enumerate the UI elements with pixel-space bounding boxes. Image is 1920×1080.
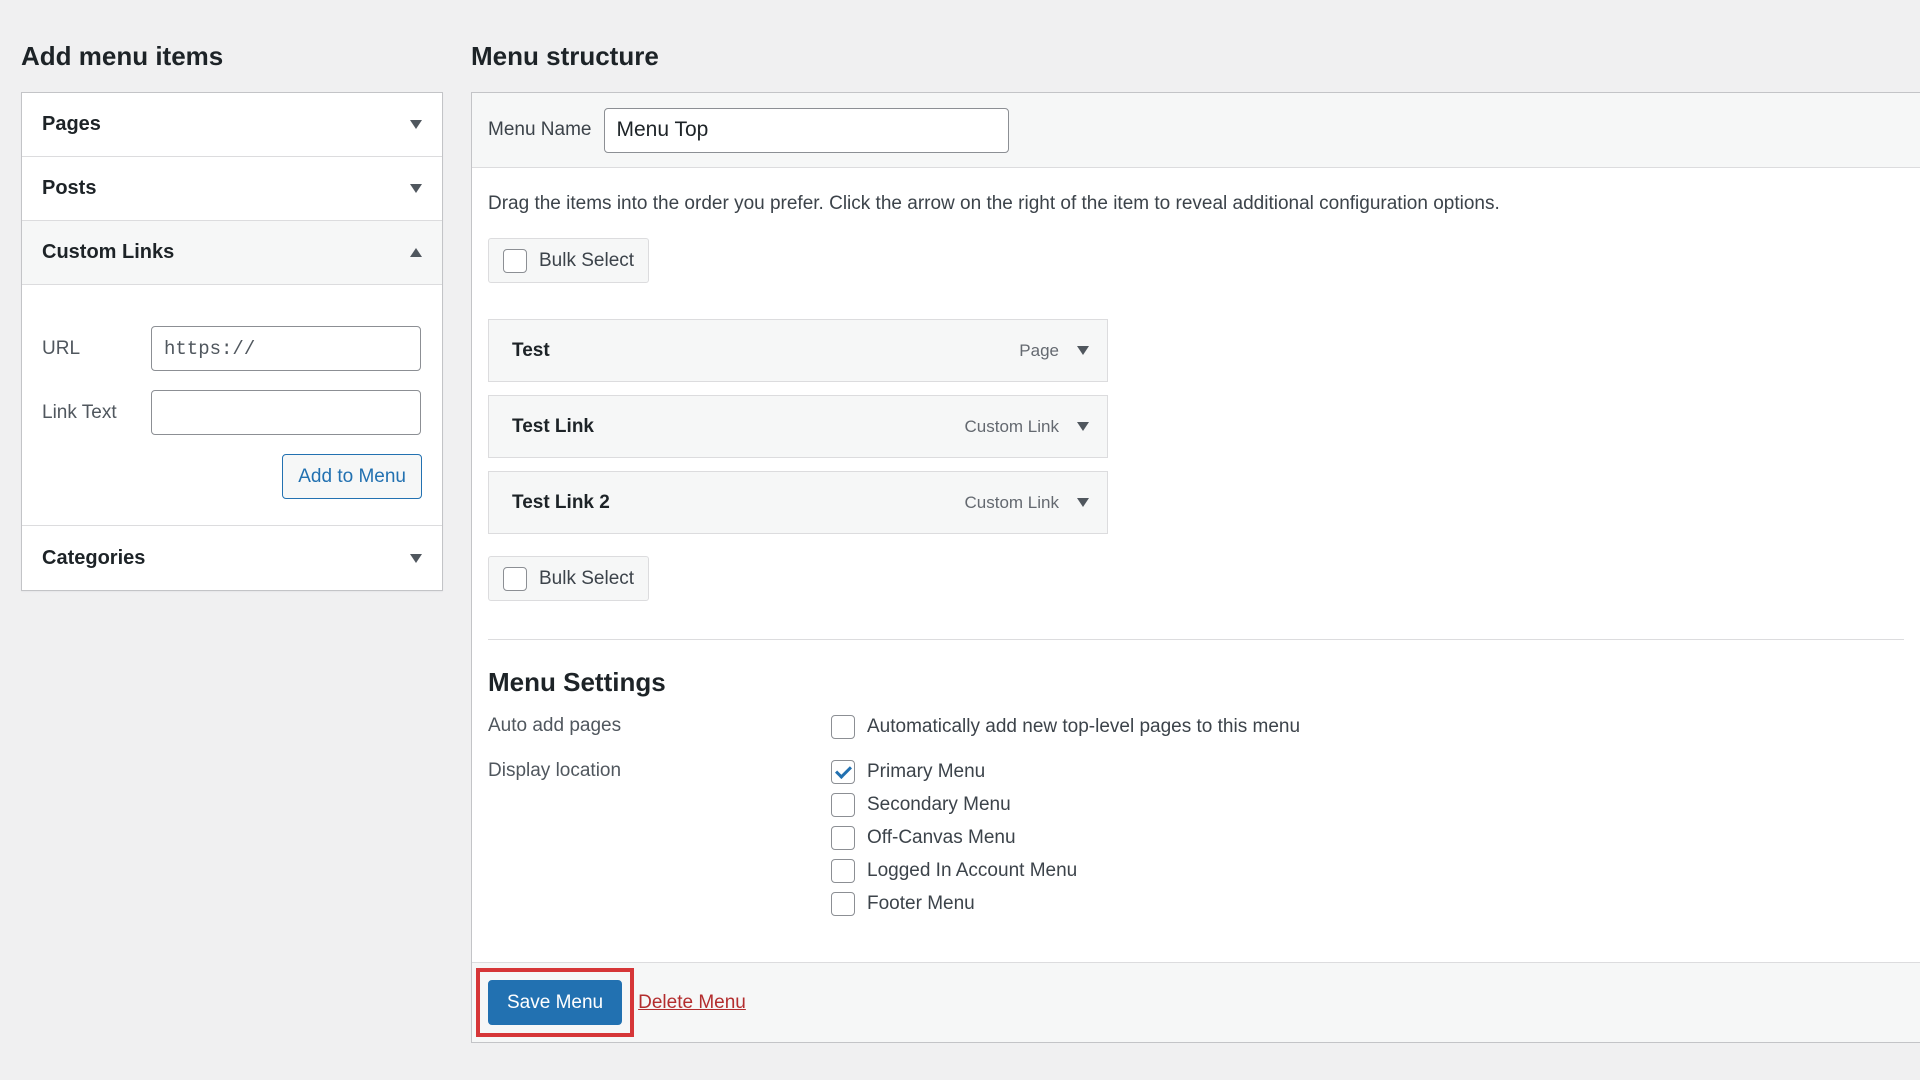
location-checkbox[interactable] [831,859,855,883]
save-menu-button[interactable]: Save Menu [488,980,623,1025]
location-secondary-menu[interactable]: Secondary Menu [831,793,1077,817]
menu-name-bar: Menu Name Menu Top [472,93,1920,168]
display-location-label: Display location [488,760,622,781]
display-location-options: Primary Menu Secondary Menu Off-Canvas M… [831,760,1077,925]
menu-item-type: Custom Link [964,416,1059,436]
accordion-posts-label: Posts [42,177,97,199]
chevron-down-icon[interactable] [410,553,422,563]
menu-editor-panel: Menu Name Menu Top Drag the items into t… [471,92,1920,1043]
accordion-custom-links-label: Custom Links [42,241,175,263]
menu-item-type: Page [1019,340,1059,360]
url-input[interactable]: https:// [151,326,421,371]
location-checkbox[interactable] [831,826,855,850]
menu-item-controls: Custom Link [965,417,1089,437]
bulk-select-top[interactable]: Bulk Select [488,238,650,283]
accordion-pages[interactable]: Pages [22,93,442,157]
menu-item-controls: Page [1019,341,1089,361]
menu-item[interactable]: Test Link 2 Custom Link [488,471,1108,534]
save-highlight-box: Save Menu [476,968,635,1037]
accordion-pages-label: Pages [42,113,101,135]
bulk-select-bottom[interactable]: Bulk Select [488,556,650,601]
link-text-label: Link Text [42,401,117,423]
location-label: Footer Menu [867,893,975,914]
add-to-menu-button[interactable]: Add to Menu [282,454,422,499]
add-menu-items-title: Add menu items [21,41,224,71]
url-label: URL [42,337,81,359]
bulk-select-label: Bulk Select [539,249,635,271]
link-text-row: Link Text [42,390,422,435]
bulk-select-checkbox[interactable] [503,248,527,273]
location-footer-menu[interactable]: Footer Menu [831,892,1077,916]
auto-add-option-label: Automatically add new top-level pages to… [867,716,1301,737]
location-checkbox[interactable] [831,760,855,784]
accordion-categories-label: Categories [42,546,146,569]
bulk-select-top-wrap: Bulk Select [488,238,1904,283]
menu-settings-title: Menu Settings [488,667,666,697]
location-checkbox[interactable] [831,892,855,916]
accordion-posts[interactable]: Posts [22,157,442,221]
location-off-canvas-menu[interactable]: Off-Canvas Menu [831,826,1077,850]
chevron-down-icon[interactable] [1077,346,1089,355]
menu-structure-column: Menu structure Menu Name Menu Top Drag t… [471,36,1920,1043]
location-label: Primary Menu [867,761,986,782]
auto-add-option[interactable]: Automatically add new top-level pages to… [831,715,1300,739]
menu-name-label: Menu Name [488,119,592,140]
add-items-accordion: Pages Posts Custom Links URL https:// Li… [21,92,443,591]
auto-add-options: Automatically add new top-level pages to… [831,715,1300,748]
menu-structure-title: Menu structure [471,41,659,71]
menu-item-title: Test Link 2 [512,491,610,513]
menu-item[interactable]: Test Page [488,319,1108,382]
bulk-select-label: Bulk Select [539,567,635,589]
delete-menu-link[interactable]: Delete Menu [638,992,746,1014]
link-text-input[interactable] [151,390,421,435]
menu-item-controls: Custom Link [965,493,1089,513]
location-logged-in-account-menu[interactable]: Logged In Account Menu [831,859,1077,883]
chevron-up-icon[interactable] [410,248,422,257]
location-label: Secondary Menu [867,794,1011,815]
drag-instructions: Drag the items into the order you prefer… [488,193,1500,214]
location-label: Logged In Account Menu [867,860,1078,881]
chevron-down-icon[interactable] [1077,422,1089,431]
add-menu-items-column: Add menu items Pages Posts Custom Links … [21,36,443,591]
menu-item-title: Test [512,339,550,361]
custom-links-panel: URL https:// Link Text Add to Menu [22,285,442,526]
location-label: Off-Canvas Menu [867,827,1016,848]
accordion-custom-links[interactable]: Custom Links [22,221,442,285]
settings-divider [488,639,1904,640]
auto-add-row: Auto add pages Automatically add new top… [488,715,1904,748]
menu-name-input[interactable]: Menu Top [603,107,1009,153]
menu-items-list: Test Page Test Link Custom Link Test Lin… [488,319,1108,534]
bulk-select-checkbox[interactable] [503,566,527,591]
auto-add-checkbox[interactable] [831,715,855,739]
accordion-categories[interactable]: Categories [22,526,442,590]
bulk-select-bottom-wrap: Bulk Select [488,556,1904,601]
chevron-down-icon[interactable] [1077,498,1089,507]
menu-footer-bar: Save Menu Delete Menu [472,962,1920,1042]
chevron-down-icon[interactable] [410,120,422,129]
location-primary-menu[interactable]: Primary Menu [831,760,1077,784]
chevron-down-icon[interactable] [410,184,422,193]
url-row: URL https:// [42,326,422,371]
auto-add-label: Auto add pages [488,715,622,736]
display-location-row: Display location Primary Menu Secondary … [488,760,1904,925]
menu-item[interactable]: Test Link Custom Link [488,395,1108,458]
add-to-menu-row: Add to Menu [42,454,422,499]
menu-item-type: Custom Link [964,492,1059,512]
location-checkbox[interactable] [831,793,855,817]
menu-content: Drag the items into the order you prefer… [472,192,1920,925]
menu-item-title: Test Link [512,415,594,437]
